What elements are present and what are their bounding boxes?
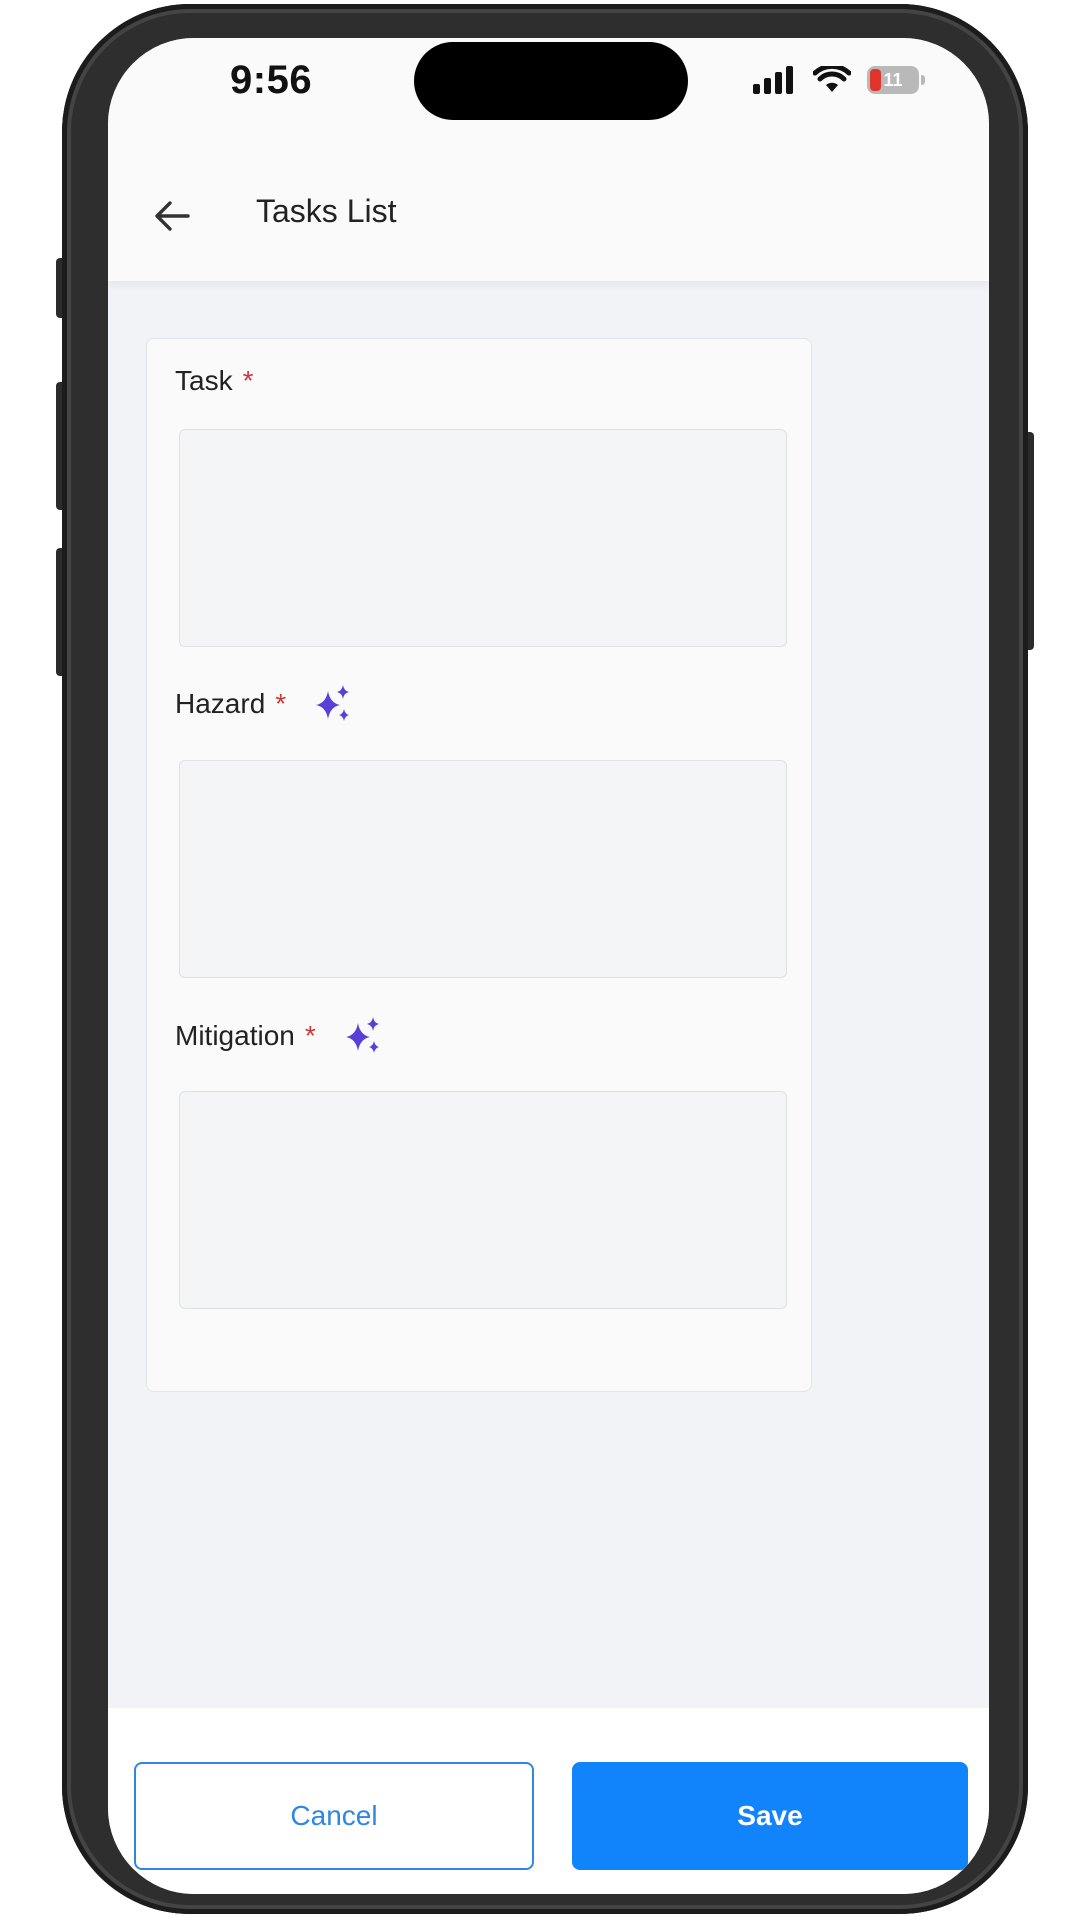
required-marker: *: [242, 365, 254, 396]
hazard-label: Hazard *: [175, 683, 354, 725]
required-marker: *: [304, 1020, 316, 1051]
task-label: Task *: [175, 365, 253, 397]
status-time: 9:56: [230, 58, 313, 102]
hazard-label-text: Hazard: [175, 688, 266, 719]
action-bar: Cancel Save: [108, 1708, 989, 1894]
app-header: 9:56 11 Tasks List: [108, 38, 989, 281]
page-title: Tasks List: [256, 193, 397, 229]
required-marker: *: [275, 688, 287, 719]
phone-screen: 9:56 11 Tasks List Task * Hazard * Mitig…: [108, 38, 989, 1894]
cancel-button[interactable]: Cancel: [134, 1762, 534, 1870]
back-button[interactable]: [150, 194, 194, 238]
wifi-icon: [813, 66, 851, 92]
task-form-card: Task * Hazard * Mitigation *: [146, 338, 812, 1392]
phone-mockup: 9:56 11 Tasks List Task * Hazard * Mitig…: [0, 0, 1080, 1920]
cellular-signal-icon: [753, 66, 793, 94]
arrow-left-icon: [155, 201, 190, 231]
battery-low-charging-icon: 11: [867, 66, 925, 94]
save-button[interactable]: Save: [572, 1762, 968, 1870]
sparkle-icon[interactable]: [342, 1015, 384, 1057]
mitigation-input[interactable]: [179, 1091, 787, 1309]
battery-level: 11: [883, 69, 903, 90]
dynamic-island: [414, 42, 688, 120]
mitigation-label: Mitigation *: [175, 1015, 384, 1057]
sparkle-icon[interactable]: [312, 683, 354, 725]
hazard-input[interactable]: [179, 760, 787, 978]
mitigation-label-text: Mitigation: [175, 1020, 295, 1051]
status-icons: 11: [753, 66, 925, 94]
task-label-text: Task: [175, 365, 233, 396]
task-input[interactable]: [179, 429, 787, 647]
